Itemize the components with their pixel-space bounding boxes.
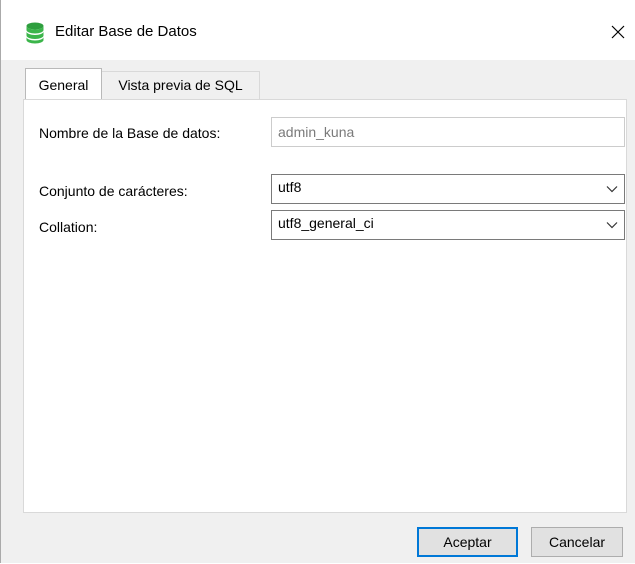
charset-select[interactable]: utf8 xyxy=(271,174,625,204)
cancel-button[interactable]: Cancelar xyxy=(531,527,623,557)
dialog-window: Editar Base de Datos General Vista previ… xyxy=(0,0,635,563)
database-icon xyxy=(26,22,44,44)
chevron-down-icon xyxy=(606,186,618,193)
close-icon xyxy=(611,25,625,39)
window-title: Editar Base de Datos xyxy=(55,23,197,40)
accept-button[interactable]: Aceptar xyxy=(417,527,518,557)
tab-general[interactable]: General xyxy=(25,68,102,99)
title-bar: Editar Base de Datos xyxy=(1,0,635,60)
tab-sql-preview[interactable]: Vista previa de SQL xyxy=(101,71,260,99)
db-name-field: admin_kuna xyxy=(271,117,625,147)
chevron-down-icon xyxy=(606,222,618,229)
collation-value: utf8_general_ci xyxy=(278,215,374,231)
collation-select[interactable]: utf8_general_ci xyxy=(271,210,625,240)
db-name-label: Nombre de la Base de datos: xyxy=(39,125,221,141)
close-button[interactable] xyxy=(601,14,635,50)
charset-value: utf8 xyxy=(278,179,302,195)
db-name-value: admin_kuna xyxy=(278,124,355,140)
charset-label: Conjunto de carácteres: xyxy=(39,183,188,199)
general-panel: Nombre de la Base de datos: admin_kuna C… xyxy=(23,99,627,513)
collation-label: Collation: xyxy=(39,219,98,235)
